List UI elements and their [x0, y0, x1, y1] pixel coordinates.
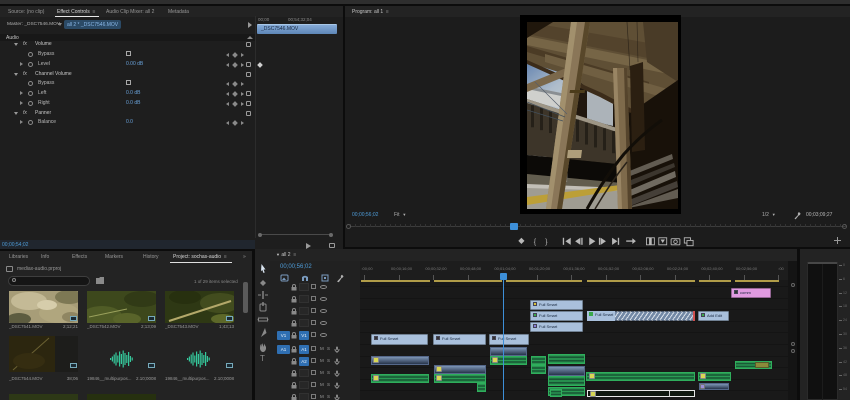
svg-text:}: } — [545, 239, 548, 246]
svg-text:T: T — [260, 354, 265, 361]
svg-text:{: { — [534, 239, 537, 246]
